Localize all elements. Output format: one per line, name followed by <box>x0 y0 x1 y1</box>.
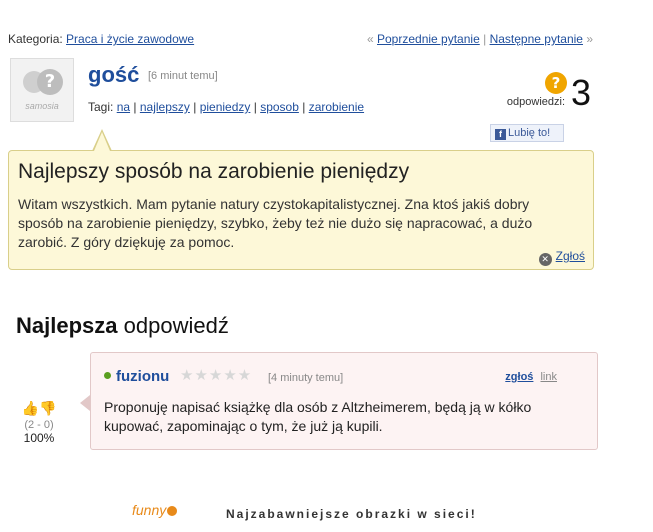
close-icon: ✕ <box>538 253 552 266</box>
vote-panel: 👍👎 (2 - 0) 100% <box>14 400 64 445</box>
answers-count: 3 <box>570 72 591 113</box>
prev-question-link[interactable]: Poprzednie pytanie <box>377 32 480 46</box>
best-answer-heading: Najlepsza odpowiedź <box>16 313 229 339</box>
answer-permalink[interactable]: link <box>540 371 557 383</box>
tag-link[interactable]: pieniedzy <box>200 100 251 114</box>
tags-label: Tagi: <box>88 100 114 114</box>
facebook-icon: f <box>495 129 506 140</box>
nav-separator: | <box>483 32 487 46</box>
question-title: Najlepszy sposób na zarobienie pieniędzy <box>18 160 410 183</box>
next-question-link[interactable]: Następne pytanie <box>490 32 583 46</box>
best-answer-heading-rest: odpowiedź <box>123 313 229 338</box>
avatar-logo: samosia <box>25 101 59 111</box>
answers-icon: ? <box>545 72 567 94</box>
report-answer-link[interactable]: zgłoś <box>505 371 533 383</box>
footer-tagline: Najzabawniejsze obrazki w sieci! <box>226 507 477 521</box>
question-navigation: « Poprzednie pytanie | Następne pytanie … <box>367 32 593 46</box>
question-bubble-tail-inner <box>94 132 110 151</box>
best-answer-heading-bold: Najlepsza <box>16 313 118 338</box>
next-arrow: » <box>586 32 593 46</box>
question-time: [6 minut temu] <box>148 70 218 82</box>
category-label: Kategoria: <box>8 32 63 46</box>
answer-author-line: fuzionu <box>104 368 169 385</box>
answers-label: odpowiedzi: <box>506 96 565 108</box>
logo-ball-icon <box>167 506 178 516</box>
question-author[interactable]: gość <box>88 62 139 88</box>
tag-link[interactable]: najlepszy <box>140 100 190 114</box>
thumbs-up-icon[interactable]: 👍 <box>22 400 39 416</box>
thumbs-icons[interactable]: 👍👎 <box>14 400 64 417</box>
avatar[interactable]: ? samosia <box>10 58 74 122</box>
thumbs-down-icon[interactable]: 👎 <box>39 400 56 416</box>
question-mark-icon: ? <box>37 69 63 95</box>
vote-percent: 100% <box>23 431 55 445</box>
vote-count: (2 - 0) <box>24 419 54 431</box>
tags-line: Tagi: na | najlepszy | pieniedzy | sposo… <box>88 100 365 114</box>
report-question-link[interactable]: Zgłoś <box>556 249 585 263</box>
category-link[interactable]: Praca i życie zawodowe <box>66 32 194 46</box>
answer-actions: zgłoś link <box>505 371 557 383</box>
footer-logo: funny <box>132 502 178 518</box>
report-question[interactable]: ✕ Zgłoś <box>538 249 585 266</box>
like-label: Lubię to! <box>508 127 551 139</box>
like-button[interactable]: f Lubię to! <box>490 124 564 142</box>
answer-author[interactable]: fuzionu <box>116 368 169 385</box>
tag-link[interactable]: zarobienie <box>309 100 364 114</box>
footer-logo-text: funny <box>132 502 167 518</box>
tag-link[interactable]: na <box>117 100 130 114</box>
answer-time: [4 minuty temu] <box>268 372 344 384</box>
question-body: Witam wszystkich. Mam pytanie natury czy… <box>18 196 533 250</box>
answer-text: Proponuję napisać książkę dla osób z Alt… <box>104 399 532 434</box>
prev-arrow: « <box>366 32 374 46</box>
answer-bubble-tail <box>80 395 90 411</box>
online-status-icon <box>104 372 111 379</box>
category-line: Kategoria: Praca i życie zawodowe <box>8 32 194 46</box>
rating-stars-icon: ★★★★★ <box>180 367 253 384</box>
tag-link[interactable]: sposob <box>260 100 299 114</box>
